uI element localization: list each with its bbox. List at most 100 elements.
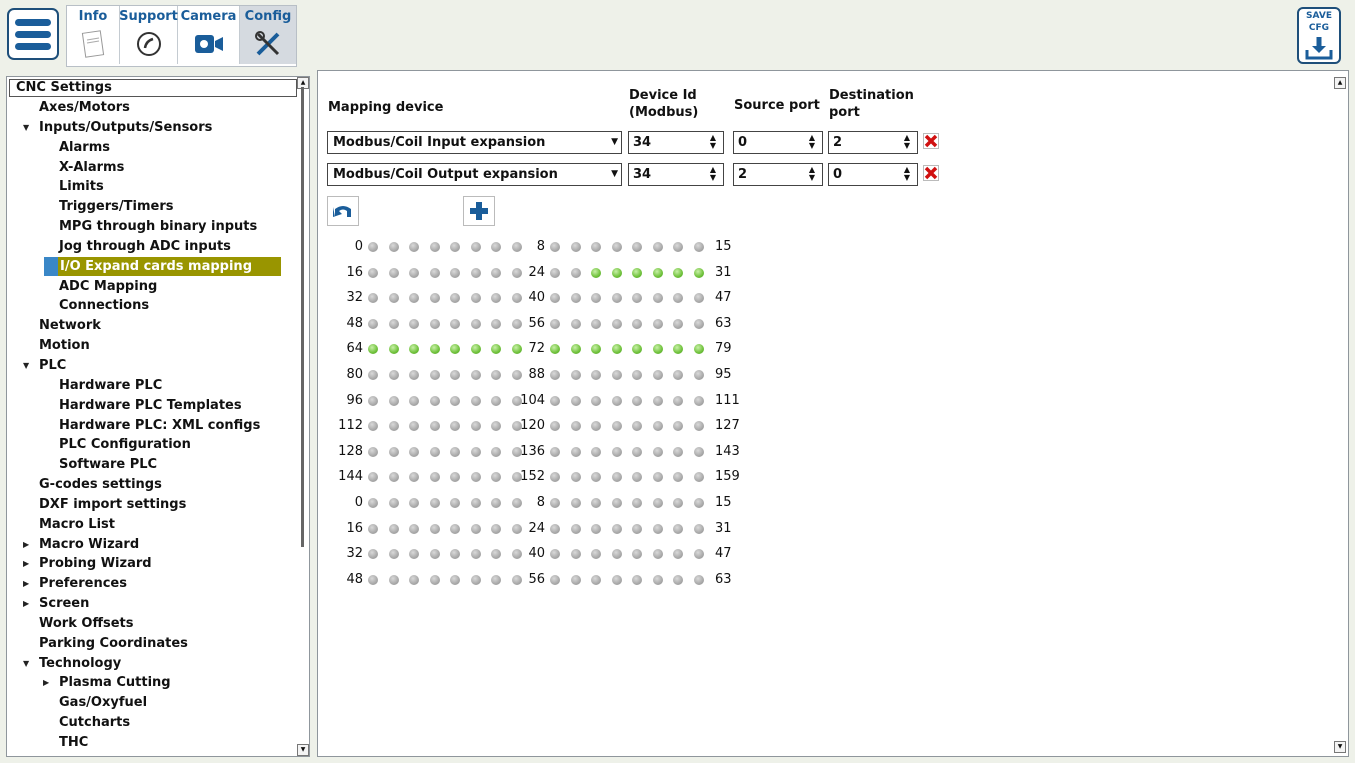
tree-item[interactable]: Hardware PLC: XML configs xyxy=(7,416,303,436)
io-led[interactable] xyxy=(388,574,399,585)
io-led[interactable] xyxy=(470,242,481,252)
io-led[interactable] xyxy=(570,370,581,380)
io-led[interactable] xyxy=(591,318,601,329)
tree-item[interactable]: I/O Expand cards mapping xyxy=(7,256,303,277)
io-led[interactable] xyxy=(409,344,419,355)
io-led[interactable] xyxy=(591,370,601,380)
io-led[interactable] xyxy=(550,318,560,329)
device-id-spinbox[interactable]: 34 ▲ ▼ xyxy=(628,131,724,154)
io-led[interactable] xyxy=(632,549,642,560)
io-led[interactable] xyxy=(388,472,399,483)
io-led[interactable] xyxy=(652,421,663,432)
collapsed-arrow-icon[interactable]: ▶ xyxy=(23,594,29,614)
undo-button[interactable] xyxy=(327,196,359,226)
io-led[interactable] xyxy=(550,421,560,432)
expanded-arrow-icon[interactable]: ▼ xyxy=(23,118,29,138)
tree-item[interactable]: ▼ Technology xyxy=(7,654,303,674)
io-led[interactable] xyxy=(470,549,481,560)
io-led[interactable] xyxy=(652,549,663,560)
io-led[interactable] xyxy=(429,421,440,432)
io-led[interactable] xyxy=(693,318,704,329)
io-led[interactable] xyxy=(429,318,440,329)
io-led[interactable] xyxy=(550,370,560,380)
io-led[interactable] xyxy=(409,267,419,278)
io-led[interactable] xyxy=(491,446,501,457)
io-led[interactable] xyxy=(491,395,501,406)
io-led[interactable] xyxy=(652,370,663,380)
io-led[interactable] xyxy=(388,498,399,508)
tree-item[interactable]: Axes/Motors xyxy=(7,98,303,118)
io-led[interactable] xyxy=(611,370,622,380)
io-led[interactable] xyxy=(450,574,460,585)
io-led[interactable] xyxy=(652,293,663,304)
io-led[interactable] xyxy=(652,344,663,355)
io-led[interactable] xyxy=(388,344,399,355)
io-led[interactable] xyxy=(450,293,460,304)
io-led[interactable] xyxy=(388,549,399,560)
io-led[interactable] xyxy=(550,472,560,483)
io-led[interactable] xyxy=(550,395,560,406)
io-led[interactable] xyxy=(491,344,501,355)
tab-camera[interactable]: Camera xyxy=(178,6,240,64)
io-led[interactable] xyxy=(673,344,683,355)
io-led[interactable] xyxy=(491,498,501,508)
io-led[interactable] xyxy=(368,344,378,355)
io-led[interactable] xyxy=(673,574,683,585)
spin-arrows-icon[interactable]: ▲ ▼ xyxy=(900,134,914,151)
io-led[interactable] xyxy=(429,549,440,560)
io-led[interactable] xyxy=(470,344,481,355)
tree-item[interactable]: X-Alarms xyxy=(7,158,303,178)
io-led[interactable] xyxy=(388,318,399,329)
io-led[interactable] xyxy=(591,549,601,560)
io-led[interactable] xyxy=(450,421,460,432)
io-led[interactable] xyxy=(693,242,704,252)
save-config-button[interactable]: SAVE CFG xyxy=(1297,7,1341,64)
tree-item[interactable]: ▼ PLC xyxy=(7,356,303,376)
tree-item[interactable]: THC xyxy=(7,733,303,753)
io-led[interactable] xyxy=(470,498,481,508)
io-led[interactable] xyxy=(652,395,663,406)
io-led[interactable] xyxy=(611,523,622,534)
tree-header[interactable]: CNC Settings xyxy=(9,79,297,97)
io-led[interactable] xyxy=(591,498,601,508)
tree-item[interactable]: Cutcharts xyxy=(7,713,303,733)
io-led[interactable] xyxy=(673,523,683,534)
io-led[interactable] xyxy=(550,498,560,508)
io-led[interactable] xyxy=(409,242,419,252)
io-led[interactable] xyxy=(470,472,481,483)
io-led[interactable] xyxy=(652,523,663,534)
io-led[interactable] xyxy=(570,267,581,278)
io-led[interactable] xyxy=(611,318,622,329)
io-led[interactable] xyxy=(550,574,560,585)
io-led[interactable] xyxy=(632,498,642,508)
io-led[interactable] xyxy=(693,472,704,483)
io-led[interactable] xyxy=(368,523,378,534)
tree-item[interactable]: Hardware PLC Templates xyxy=(7,396,303,416)
io-led[interactable] xyxy=(673,472,683,483)
io-led[interactable] xyxy=(632,242,642,252)
io-led[interactable] xyxy=(429,370,440,380)
io-led[interactable] xyxy=(550,446,560,457)
io-led[interactable] xyxy=(368,267,378,278)
io-led[interactable] xyxy=(429,498,440,508)
io-led[interactable] xyxy=(550,242,560,252)
io-led[interactable] xyxy=(388,370,399,380)
io-led[interactable] xyxy=(693,293,704,304)
expanded-arrow-icon[interactable]: ▼ xyxy=(23,654,29,674)
io-led[interactable] xyxy=(673,267,683,278)
io-led[interactable] xyxy=(388,523,399,534)
io-led[interactable] xyxy=(632,421,642,432)
io-led[interactable] xyxy=(652,498,663,508)
mapping-device-select[interactable]: Modbus/Coil Output expansion ▼ xyxy=(327,163,622,186)
io-led[interactable] xyxy=(632,370,642,380)
io-led[interactable] xyxy=(388,267,399,278)
io-led[interactable] xyxy=(409,549,419,560)
io-led[interactable] xyxy=(632,395,642,406)
io-led[interactable] xyxy=(591,293,601,304)
io-led[interactable] xyxy=(409,370,419,380)
io-led[interactable] xyxy=(470,370,481,380)
io-led[interactable] xyxy=(652,446,663,457)
io-led[interactable] xyxy=(673,318,683,329)
io-led[interactable] xyxy=(550,293,560,304)
tree-item[interactable]: ▶ Screen xyxy=(7,594,303,614)
